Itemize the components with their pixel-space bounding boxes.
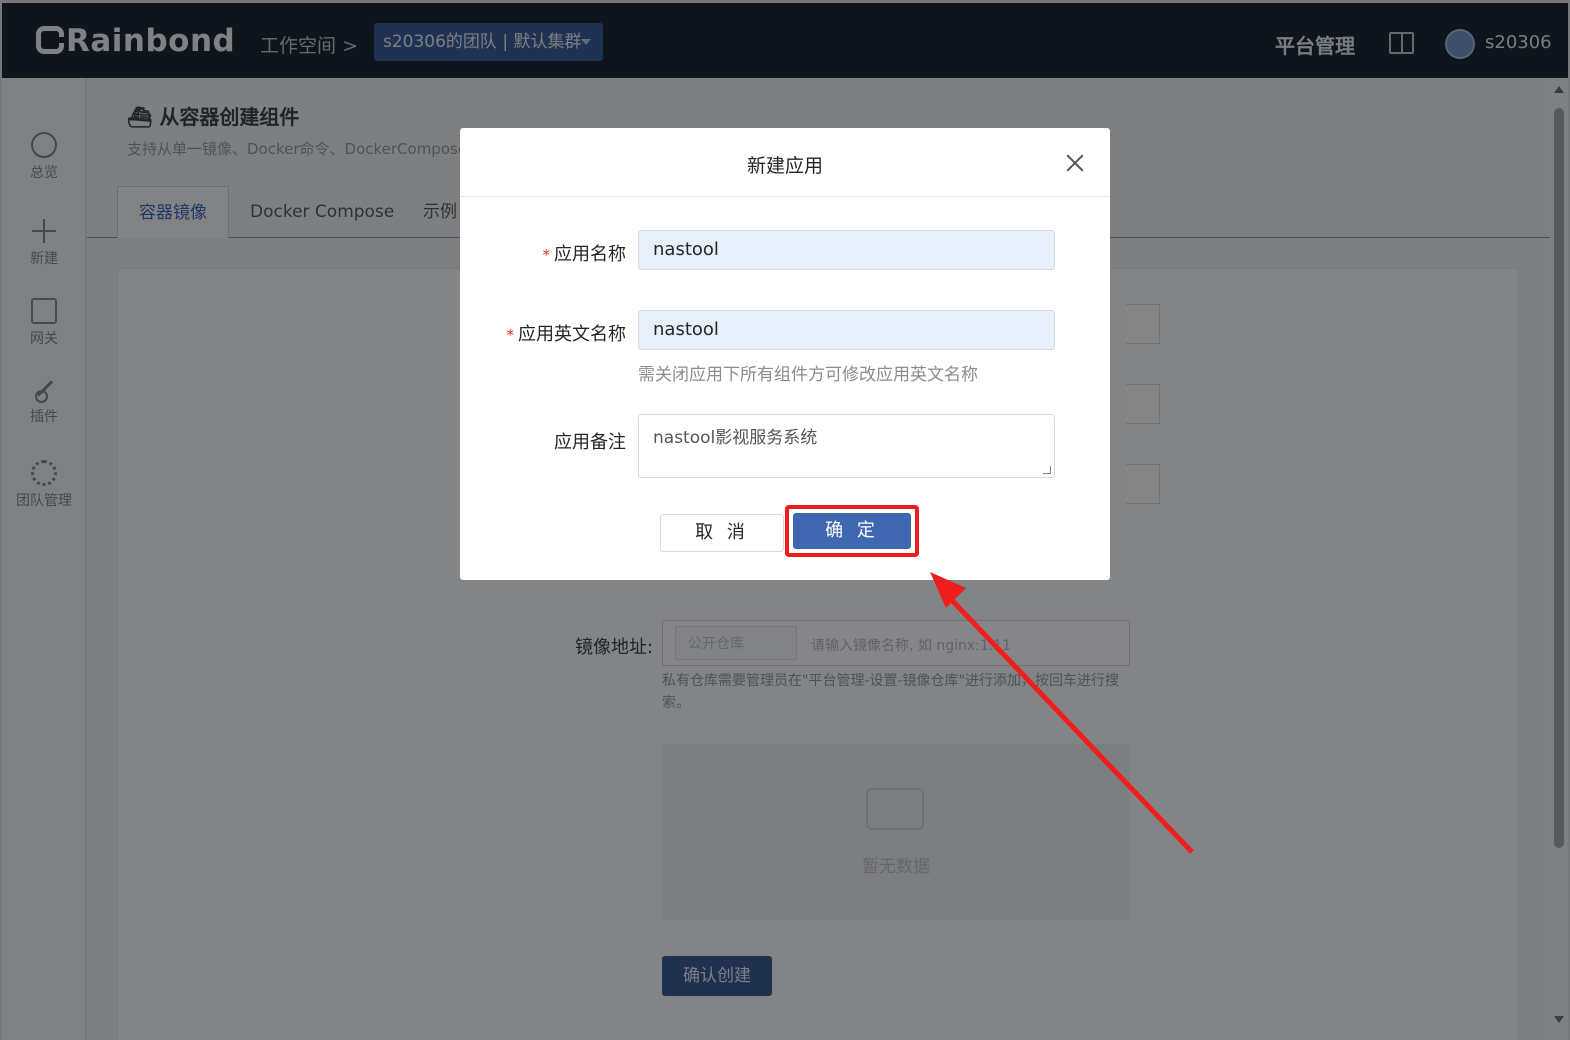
app-note-textarea[interactable]: nastool影视服务系统 (638, 414, 1055, 478)
app-note-value: nastool影视服务系统 (653, 428, 818, 448)
dialog-header: 新建应用 (460, 128, 1110, 197)
app-en-name-help: 需关闭应用下所有组件方可修改应用英文名称 (638, 365, 978, 385)
app-en-name-label: * 应用英文名称 (506, 324, 627, 345)
cancel-button[interactable]: 取 消 (660, 514, 784, 552)
required-mark: * (506, 326, 515, 344)
app-name-label: * 应用名称 (542, 244, 627, 265)
app-en-name-input[interactable]: nastool (638, 310, 1055, 350)
app-note-label: 应用备注 (554, 432, 626, 453)
ok-button[interactable]: 确 定 (793, 513, 911, 549)
new-app-dialog: 新建应用 * 应用名称 nastool * 应用英文名称 nastool 需关闭应用… (460, 128, 1110, 580)
dialog-title: 新建应用 (746, 155, 823, 177)
highlight-box: 确 定 (785, 505, 919, 557)
app-name-input[interactable]: nastool (638, 230, 1055, 270)
resize-handle-icon[interactable] (1043, 466, 1051, 474)
required-mark: * (542, 246, 551, 264)
close-icon[interactable] (1065, 153, 1085, 173)
